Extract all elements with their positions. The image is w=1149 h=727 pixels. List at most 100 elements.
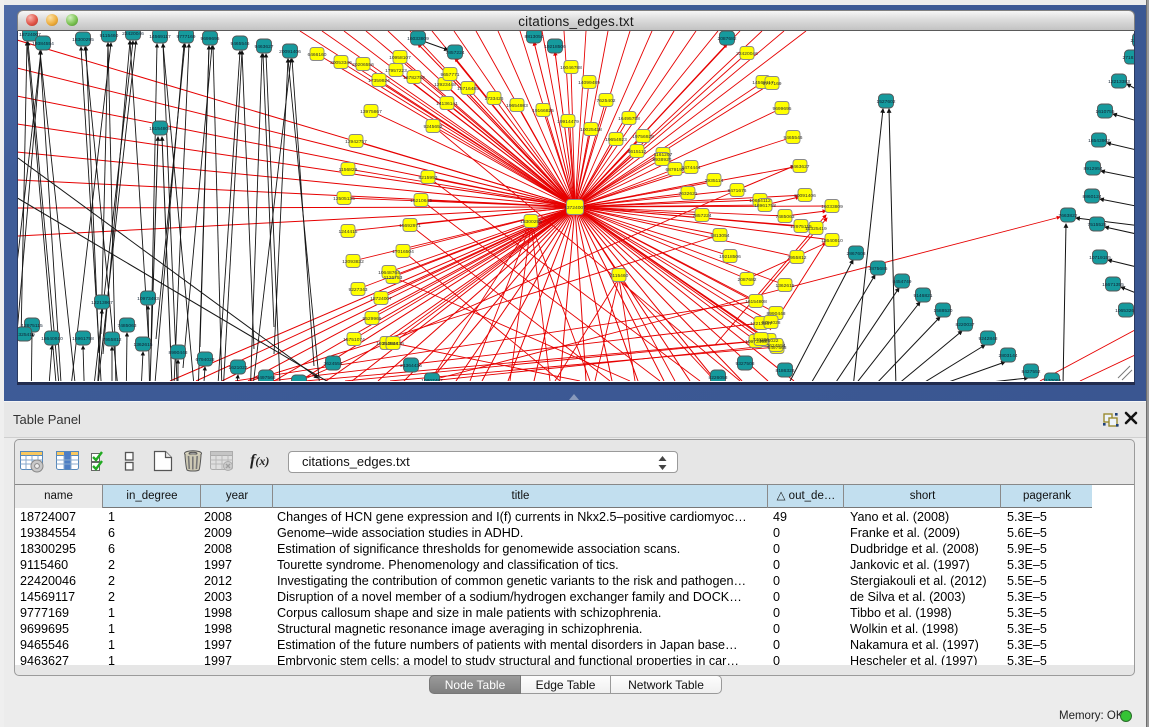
svg-text:7955812: 7955812 (787, 255, 806, 261)
svg-text:15692971: 15692971 (399, 223, 421, 229)
svg-text:3624554: 3624554 (766, 343, 785, 349)
svg-text:9777169: 9777169 (762, 81, 781, 87)
svg-text:20091406: 20091406 (279, 49, 301, 55)
svg-text:17957223: 17957223 (385, 68, 407, 74)
svg-text:1244415: 1244415 (338, 229, 357, 235)
svg-text:12093832: 12093832 (342, 259, 364, 265)
svg-text:1362615: 1362615 (775, 283, 794, 289)
svg-text:16671355: 16671355 (1102, 282, 1124, 288)
svg-text:19218506: 19218506 (719, 254, 741, 260)
svg-text:18724007: 18724007 (370, 296, 392, 302)
svg-text:7663822: 7663822 (1058, 213, 1077, 219)
svg-text:6497568: 6497568 (256, 375, 275, 381)
svg-text:1527602: 1527602 (876, 99, 895, 105)
svg-text:8990448: 8990448 (766, 311, 785, 317)
svg-text:10807487: 10807487 (421, 378, 443, 381)
svg-text:1588520: 1588520 (933, 308, 952, 314)
svg-text:9245652: 9245652 (423, 124, 442, 130)
svg-text:10719155: 10719155 (1089, 255, 1111, 261)
svg-text:19654983: 19654983 (506, 103, 528, 109)
svg-text:21364436: 21364436 (400, 363, 422, 369)
svg-text:8990448: 8990448 (168, 350, 187, 356)
svg-text:2242004: 2242004 (1130, 38, 1135, 44)
svg-text:9146821: 9146821 (913, 293, 932, 299)
svg-text:22420046: 22420046 (736, 51, 758, 57)
svg-text:12923448: 12923448 (434, 82, 456, 88)
svg-text:3624554: 3624554 (323, 361, 342, 367)
svg-text:746266: 746266 (753, 337, 770, 343)
svg-text:1733426: 1733426 (484, 96, 503, 102)
svg-text:16154808: 16154808 (149, 126, 171, 132)
svg-text:16543962: 16543962 (1088, 138, 1110, 144)
svg-text:1156829: 1156829 (339, 167, 358, 173)
svg-text:746266: 746266 (291, 380, 308, 381)
svg-text:21364436: 21364436 (382, 341, 404, 347)
svg-text:8215953: 8215953 (418, 175, 437, 181)
svg-text:2867608: 2867608 (846, 251, 865, 257)
svg-text:16154808: 16154808 (745, 299, 767, 305)
svg-text:16961758: 16961758 (72, 336, 94, 342)
svg-text:9242848: 9242848 (978, 336, 997, 342)
svg-text:8220037: 8220037 (955, 322, 974, 328)
svg-text:20091406: 20091406 (794, 193, 816, 199)
svg-text:9115460: 9115460 (100, 33, 119, 39)
svg-text:10046788: 10046788 (560, 65, 582, 71)
svg-text:22420046: 22420046 (122, 31, 144, 37)
svg-text:8860124: 8860124 (1082, 194, 1101, 200)
svg-text:19384554: 19384554 (32, 41, 54, 47)
svg-text:8813054: 8813054 (710, 233, 729, 239)
svg-text:6466160: 6466160 (307, 52, 326, 58)
svg-text:15716485: 15716485 (457, 86, 479, 92)
svg-text:9115460: 9115460 (610, 273, 629, 279)
svg-text:3875685: 3875685 (868, 266, 887, 272)
svg-text:9465546: 9465546 (783, 135, 802, 141)
svg-text:17016504: 17016504 (392, 249, 414, 255)
svg-text:8186328: 8186328 (775, 368, 794, 374)
svg-text:19218506: 19218506 (544, 44, 566, 50)
svg-text:11325419: 11325419 (805, 226, 827, 232)
svg-text:1610755: 1610755 (1095, 109, 1114, 115)
svg-text:7632621: 7632621 (678, 191, 697, 197)
svg-text:20206556: 20206556 (352, 62, 374, 68)
svg-text:16782759: 16782759 (403, 75, 425, 81)
svg-text:17359924: 17359924 (368, 78, 390, 84)
svg-text:7857224: 7857224 (445, 50, 464, 56)
svg-text:9465546: 9465546 (230, 41, 249, 47)
svg-text:18640910: 18640910 (41, 336, 63, 342)
svg-text:9463627: 9463627 (254, 44, 273, 50)
svg-text:2718176: 2718176 (1122, 55, 1135, 61)
svg-text:12213967: 12213967 (91, 300, 113, 306)
svg-text:6794028: 6794028 (761, 320, 780, 326)
svg-text:1362615: 1362615 (133, 342, 152, 348)
svg-text:9463627: 9463627 (790, 164, 809, 170)
svg-text:9474444: 9474444 (681, 165, 700, 171)
svg-text:10648764: 10648764 (378, 270, 400, 276)
svg-text:16033809: 16033809 (821, 204, 843, 210)
svg-text:2935114: 2935114 (705, 178, 724, 184)
svg-text:9529966: 9529966 (362, 316, 381, 322)
svg-text:1615112: 1615112 (628, 149, 647, 155)
svg-text:8454749: 8454749 (892, 279, 911, 285)
svg-text:19654923: 19654923 (605, 137, 627, 143)
svg-text:12213383: 12213383 (1108, 79, 1130, 85)
svg-text:16961758: 16961758 (754, 203, 776, 209)
svg-text:10653267: 10653267 (1115, 308, 1135, 314)
svg-text:2087682: 2087682 (737, 277, 756, 283)
svg-text:12942757: 12942757 (345, 139, 367, 145)
svg-text:8813054: 8813054 (524, 34, 543, 40)
svg-text:19166825: 19166825 (532, 108, 554, 114)
svg-text:10025438: 10025438 (580, 127, 602, 133)
svg-text:7515526: 7515526 (1087, 222, 1106, 228)
svg-text:1621022: 1621022 (228, 365, 247, 371)
svg-text:9699695: 9699695 (772, 106, 791, 112)
svg-text:16033809: 16033809 (407, 36, 429, 42)
svg-text:15751074: 15751074 (343, 337, 365, 343)
svg-text:2087682: 2087682 (717, 36, 736, 42)
svg-text:7857224: 7857224 (692, 213, 711, 219)
svg-text:11325419: 11325419 (18, 332, 35, 338)
svg-text:19756928: 19756928 (632, 134, 654, 140)
svg-text:9777169: 9777169 (176, 34, 195, 40)
svg-text:19914479: 19914479 (557, 119, 579, 125)
svg-text:9699695: 9699695 (200, 36, 219, 42)
svg-text:10958107: 10958107 (389, 55, 411, 61)
